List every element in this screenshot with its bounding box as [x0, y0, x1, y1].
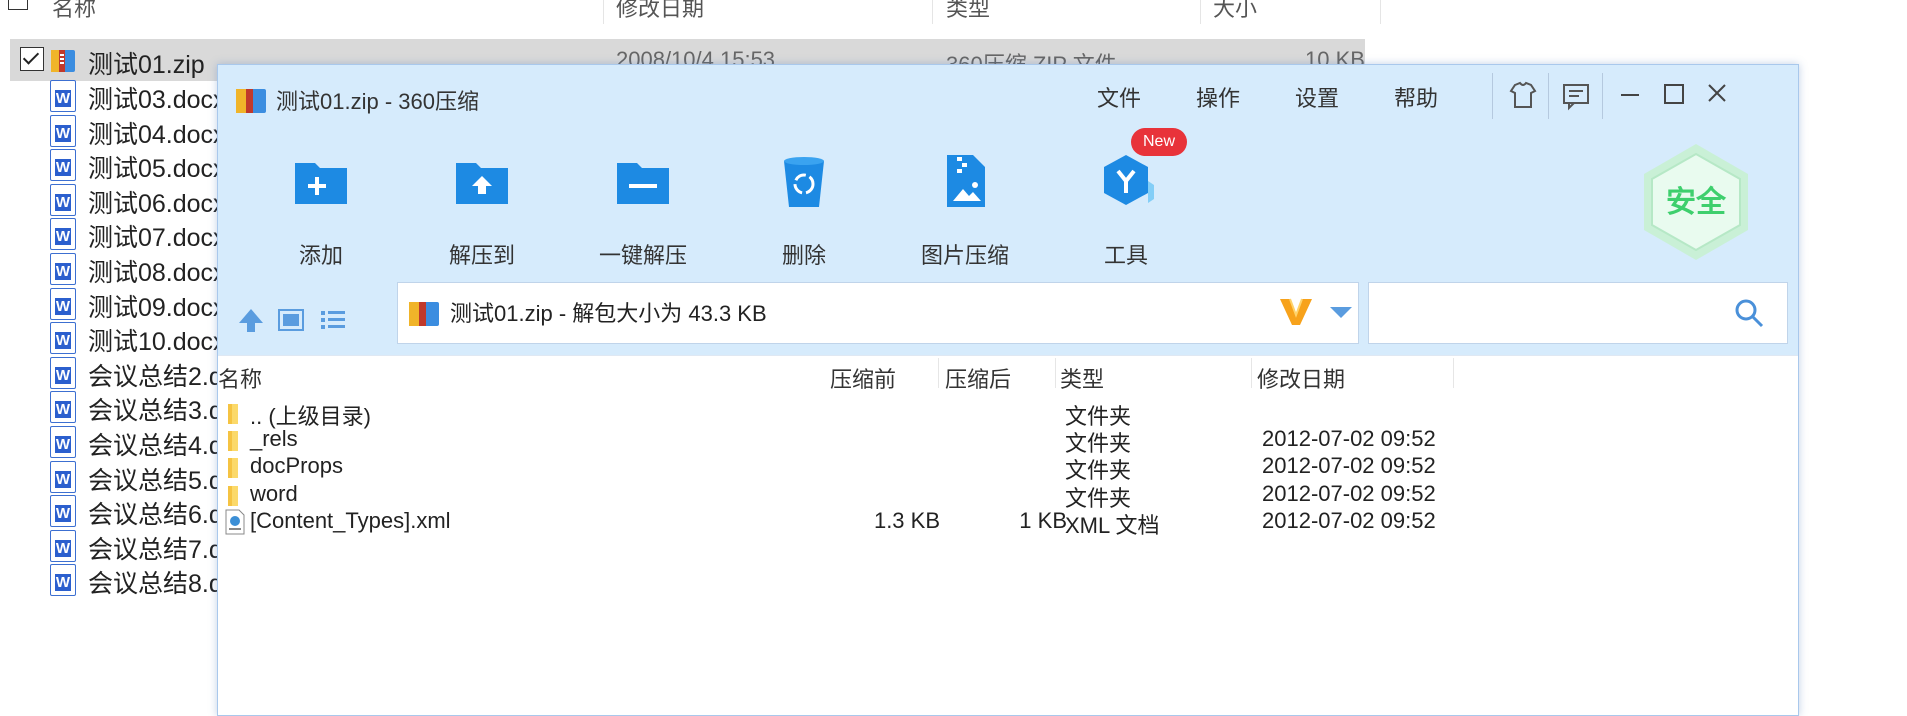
address-text: 测试01.zip - 解包大小为 43.3 KB [450, 301, 767, 326]
row-checkbox[interactable] [20, 47, 44, 71]
word-document-icon [50, 218, 76, 251]
skin-icon[interactable] [1503, 77, 1543, 113]
extract-to-button-label: 解压到 [448, 243, 515, 268]
word-document-icon [50, 287, 76, 320]
add-button[interactable]: 添加 [261, 143, 381, 268]
zip-archive-icon [236, 89, 266, 113]
folder-icon [228, 458, 238, 479]
menu-operations[interactable]: 操作 [1196, 81, 1240, 113]
select-all-checkbox[interactable] [8, 0, 28, 10]
one-click-extract-button[interactable]: 一键解压 [583, 143, 703, 268]
search-box[interactable] [1368, 282, 1788, 344]
window-title: 测试01.zip - 360压缩 [276, 89, 479, 114]
explorer-column-header: 名称 修改日期 类型 大小 [0, 0, 1381, 24]
image-compress-label: 图片压缩 [920, 243, 1009, 268]
one-click-extract-label: 一键解压 [598, 243, 687, 268]
archive-item-modified: 2012-07-02 09:52 [1262, 453, 1436, 479]
extract-to-button[interactable]: 解压到 [422, 143, 542, 268]
image-compress-icon [947, 155, 985, 207]
folder-icon [228, 404, 238, 424]
word-document-icon [50, 149, 76, 182]
security-shield-icon[interactable]: 安全 [1636, 142, 1756, 262]
list-view-icon[interactable] [318, 305, 348, 335]
archive-window: 测试01.zip - 360压缩 文件 操作 设置 帮助 添加 解压到 一键解压… [217, 64, 1799, 716]
word-document-icon [50, 495, 76, 528]
word-document-icon [50, 183, 76, 216]
thumbnail-view-icon[interactable] [276, 305, 306, 335]
archive-item-name: docProps [250, 453, 343, 479]
menu-file[interactable]: 文件 [1097, 81, 1141, 113]
file-list-header: 名称 压缩前 压缩后 类型 修改日期 [218, 355, 1798, 396]
col-compressed-before[interactable]: 压缩前 [830, 362, 896, 394]
word-document-icon [50, 253, 76, 285]
menu-help[interactable]: 帮助 [1394, 81, 1438, 113]
archive-item-modified: 2012-07-02 09:52 [1262, 426, 1436, 452]
archive-item-size-after: 1 KB [1019, 507, 1067, 533]
image-compress-button[interactable]: 图片压缩 [905, 143, 1025, 268]
recycle-bin-icon [784, 157, 824, 207]
explorer-col-modified[interactable]: 修改日期 [616, 0, 704, 23]
archive-item-modified: 2012-07-02 09:52 [1262, 507, 1436, 533]
safety-label: 安全 [1666, 185, 1727, 220]
search-icon[interactable] [1733, 297, 1765, 329]
zip-archive-icon [51, 50, 75, 72]
explorer-col-name[interactable]: 名称 [52, 0, 96, 23]
word-document-icon [50, 114, 76, 147]
folder-icon [228, 431, 238, 452]
archive-item-name: _rels [250, 426, 298, 452]
archive-item-type: XML 文档 [1065, 512, 1160, 538]
explorer-col-type[interactable]: 类型 [946, 0, 990, 23]
quick-extract-icon [617, 163, 669, 204]
word-document-icon [50, 529, 76, 562]
up-level-icon[interactable] [236, 305, 266, 335]
add-folder-icon [295, 163, 347, 204]
archive-item-name: [Content_Types].xml [250, 507, 451, 533]
word-document-icon [50, 322, 76, 355]
col-type[interactable]: 类型 [1060, 362, 1104, 394]
col-compressed-after[interactable]: 压缩后 [945, 362, 1011, 394]
address-bar[interactable]: 测试01.zip - 解包大小为 43.3 KB [397, 282, 1359, 344]
tools-button-label: 工具 [1103, 243, 1148, 268]
new-badge: New [1131, 128, 1187, 156]
xml-file-icon [225, 509, 245, 535]
col-modified[interactable]: 修改日期 [1257, 362, 1345, 394]
archive-item-size-before: 1.3 KB [873, 507, 940, 533]
feedback-icon[interactable] [1556, 77, 1596, 113]
word-document-icon [50, 356, 76, 389]
col-name[interactable]: 名称 [218, 362, 262, 394]
extract-folder-icon [456, 163, 508, 204]
v-logo-icon[interactable] [1278, 297, 1314, 327]
delete-button[interactable]: 删除 [744, 143, 864, 268]
delete-button-label: 删除 [781, 243, 826, 268]
minimize-icon[interactable] [1610, 77, 1650, 113]
tools-cube-icon [1104, 155, 1154, 205]
tools-button[interactable]: 工具 [1066, 143, 1186, 268]
add-button-label: 添加 [298, 243, 343, 268]
folder-icon [228, 485, 238, 506]
close-icon[interactable] [1698, 77, 1738, 113]
archive-item-modified: 2012-07-02 09:52 [1262, 480, 1436, 506]
archive-row[interactable]: [Content_Types].xml 1.3 KB 1 KB XML 文档 2012-… [218, 506, 1798, 540]
word-document-icon [50, 391, 76, 424]
zip-archive-icon [409, 302, 439, 326]
archive-item-name: word [250, 480, 298, 506]
word-document-icon [50, 460, 76, 493]
word-document-icon [50, 80, 76, 112]
word-document-icon [50, 426, 76, 458]
menu-settings[interactable]: 设置 [1295, 81, 1339, 113]
address-dropdown-icon[interactable] [1330, 307, 1352, 318]
word-document-icon [50, 564, 76, 597]
maximize-icon[interactable] [1654, 77, 1694, 113]
explorer-col-size[interactable]: 大小 [1213, 0, 1257, 23]
